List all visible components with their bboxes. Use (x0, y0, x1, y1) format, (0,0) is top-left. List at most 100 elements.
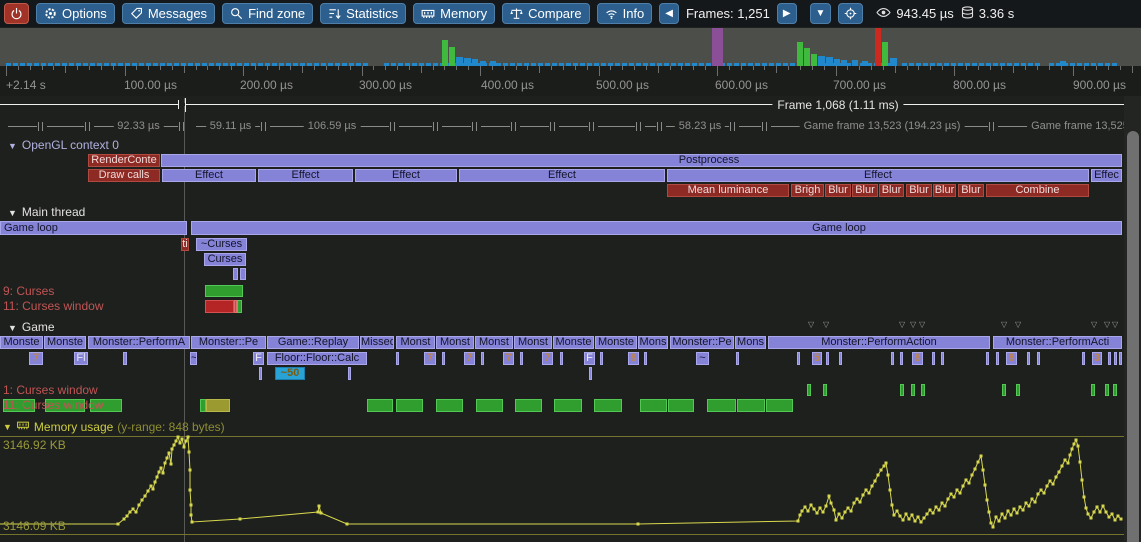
lock-bar[interactable] (594, 399, 622, 412)
zone-bar[interactable]: Game::Replay (267, 336, 359, 349)
zone-bar[interactable] (589, 367, 592, 380)
game-frame-segment[interactable] (47, 126, 84, 127)
zone-bar[interactable] (941, 352, 944, 365)
zone-bar[interactable]: Fl (74, 352, 88, 365)
zone-bar[interactable] (839, 352, 842, 365)
zone-bar[interactable]: Missed (360, 336, 394, 349)
game-frame-segment[interactable] (520, 126, 549, 127)
zone-bar[interactable]: Blur (906, 184, 932, 197)
zone-bar[interactable]: ~50 (275, 367, 305, 380)
frame-histogram-bar[interactable] (811, 54, 817, 66)
zone-bar[interactable]: ~Curses (196, 238, 247, 251)
lock-bar[interactable] (707, 399, 736, 412)
zone-bar[interactable]: Monster::Pe (191, 336, 266, 349)
frame-histogram-bar[interactable] (834, 59, 840, 66)
zone-bar[interactable] (644, 352, 647, 365)
next-frame-button[interactable]: ▶ (777, 3, 797, 24)
frame-histogram-bar[interactable] (804, 48, 810, 66)
zone-bar[interactable] (560, 352, 563, 365)
zone-bar[interactable] (996, 352, 999, 365)
zone-bar[interactable]: 3 (1092, 352, 1102, 365)
lock-bar[interactable] (205, 300, 234, 313)
game-frame-segment[interactable] (481, 126, 510, 127)
zone-bar[interactable] (240, 268, 246, 280)
frame-set-dropdown-button[interactable]: ▼ (810, 3, 832, 24)
zone-bar[interactable] (233, 268, 238, 280)
zone-bar[interactable]: Blur (879, 184, 904, 197)
game-frame-segment[interactable] (442, 126, 471, 127)
zone-bar[interactable] (797, 352, 800, 365)
message-marker-icon[interactable]: ▽ (910, 321, 916, 329)
zone-bar[interactable]: Combine (986, 184, 1089, 197)
power-button[interactable] (4, 3, 29, 24)
memory-section-header[interactable]: ▼ Memory usage (y-range: 848 bytes) (3, 419, 225, 434)
zone-bar[interactable] (481, 352, 484, 365)
zone-bar[interactable] (986, 352, 989, 365)
zone-bar[interactable]: Monst (475, 336, 513, 349)
frame-time-histogram[interactable] (0, 28, 1141, 66)
zone-bar[interactable]: Effect (459, 169, 665, 182)
lock-bar[interactable] (766, 399, 793, 412)
zone-bar[interactable]: Mean luminance (667, 184, 789, 197)
lock-bar[interactable] (823, 384, 827, 396)
frame-histogram-bar[interactable] (472, 59, 478, 66)
frame-histogram-bar[interactable] (826, 57, 833, 66)
zone-bar[interactable] (891, 352, 894, 365)
message-marker-icon[interactable]: ▽ (1104, 321, 1110, 329)
frame-histogram-bar[interactable] (449, 47, 455, 66)
zone-bar[interactable]: Effec (1091, 169, 1122, 182)
zone-bar[interactable]: F (253, 352, 264, 365)
scrollbar-thumb[interactable] (1127, 131, 1139, 542)
zone-bar[interactable]: Game loop (0, 221, 187, 235)
lock-bar[interactable] (737, 399, 765, 412)
zone-bar[interactable]: Brigh (791, 184, 824, 197)
lock-bar[interactable] (205, 285, 243, 297)
zone-bar[interactable] (259, 367, 262, 380)
zone-bar[interactable]: Postprocess (161, 154, 1122, 167)
zone-bar[interactable]: Monster::PerformAction (768, 336, 990, 349)
game-frame-segment[interactable] (399, 126, 432, 127)
zone-bar[interactable]: Monst (436, 336, 474, 349)
game-frame-segment[interactable] (8, 126, 37, 127)
zone-bar[interactable] (1119, 352, 1122, 365)
thread-header-opengl-context-0[interactable]: ▼OpenGL context 0 (8, 138, 119, 153)
lock-bar[interactable] (436, 399, 463, 412)
zone-bar[interactable] (900, 352, 903, 365)
zone-bar[interactable] (826, 352, 829, 365)
zone-bar[interactable] (520, 352, 523, 365)
zone-bar[interactable]: 8 (1006, 352, 1017, 365)
zone-bar[interactable]: 7 (503, 352, 514, 365)
lock-bar[interactable] (807, 384, 811, 396)
lock-bar[interactable] (668, 399, 694, 412)
zone-bar[interactable] (396, 352, 399, 365)
find-zone-button[interactable]: Find zone (222, 3, 313, 24)
memory-button[interactable]: Memory (413, 3, 495, 24)
zone-bar[interactable]: RenderConte (88, 154, 160, 167)
zone-bar[interactable]: Monste (0, 336, 43, 349)
lock-bar[interactable] (900, 384, 904, 396)
lock-bar[interactable] (237, 300, 242, 313)
game-frame-segment[interactable] (559, 126, 588, 127)
lock-bar[interactable] (1105, 384, 1109, 396)
zone-bar[interactable]: 7 (424, 352, 436, 365)
message-marker-icon[interactable]: ▽ (823, 321, 829, 329)
zone-bar[interactable]: Draw calls (88, 169, 160, 182)
zone-bar[interactable]: Effect (667, 169, 1089, 182)
frame-histogram-bar[interactable] (464, 58, 471, 66)
zone-bar[interactable] (1027, 352, 1030, 365)
zone-bar[interactable]: Monster::PerformA (88, 336, 190, 349)
zone-bar[interactable]: Blur (852, 184, 878, 197)
zone-bar[interactable] (600, 352, 603, 365)
message-marker-icon[interactable]: ▽ (899, 321, 905, 329)
lock-bar[interactable] (1113, 384, 1117, 396)
zone-bar[interactable]: Monst (514, 336, 552, 349)
zone-bar[interactable] (1037, 352, 1040, 365)
lock-bar[interactable] (640, 399, 667, 412)
lock-bar[interactable] (554, 399, 582, 412)
lock-bar[interactable] (476, 399, 503, 412)
zone-bar[interactable]: Monste (44, 336, 86, 349)
zone-bar[interactable] (1114, 352, 1117, 365)
zone-bar[interactable] (442, 352, 445, 365)
messages-button[interactable]: Messages (122, 3, 215, 24)
zone-bar[interactable]: F (584, 352, 595, 365)
